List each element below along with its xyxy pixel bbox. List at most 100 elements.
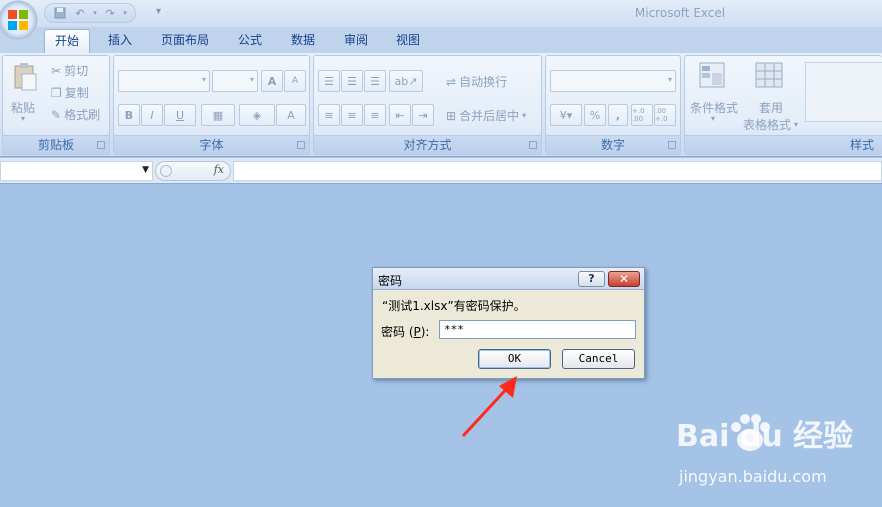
font-launcher-icon[interactable] [297,141,305,149]
decrease-decimal-button[interactable]: .00 +.0 [654,104,676,126]
cut-button[interactable]: ✂ 剪切 [51,62,88,79]
fill-color-button[interactable]: ◈ [239,104,275,126]
tab-home[interactable]: 开始 [44,29,90,53]
customize-qat-icon[interactable]: ▾ [156,6,161,17]
close-button[interactable]: ✕ [608,271,640,287]
dialog-message: “测试1.xlsx”有密码保护。 [382,299,526,313]
accounting-format-button[interactable]: ¥▾ [550,104,582,126]
styles-group: 条件格式 ▾ 套用 表格格式 ▾ 样式 [684,55,882,155]
conditional-format-icon [699,62,725,88]
tab-insert[interactable]: 插入 [98,29,142,53]
cut-label: 剪切 [64,64,89,78]
borders-icon: ▦ [212,108,224,122]
ribbon-tabs: 开始 插入 页面布局 公式 数据 审阅 视图 [0,27,882,53]
baidu-jingyan-watermark: Bai du 经验 jingyan.baidu.com [676,411,876,491]
wrap-text-icon: ⇌ [446,74,457,89]
font-name-select[interactable]: ▾ [118,70,210,92]
table-format-line1[interactable]: 套用 [759,99,783,116]
formula-bar: ▼ fx [0,158,882,184]
dialog-title: 密码 [378,274,403,288]
alignment-launcher-icon[interactable] [529,141,537,149]
percent-button[interactable]: % [584,104,606,126]
brush-icon: ✎ [51,107,62,122]
window-title: Microsoft Excel [634,6,726,20]
format-painter-label: 格式刷 [64,108,101,122]
table-format-label: 表格格式 [743,118,792,132]
borders-button[interactable]: ▦ [201,104,235,126]
cancel-button[interactable]: Cancel [562,349,635,369]
format-painter-button[interactable]: ✎ 格式刷 [51,106,100,123]
paste-icon[interactable] [13,62,39,92]
redo-dropdown-icon[interactable]: ▾ [121,5,129,21]
chevron-down-icon[interactable]: ▾ [711,114,715,123]
paint-bucket-icon: ◈ [252,108,262,122]
increase-decimal-button[interactable]: +.0 .00 [631,104,653,126]
undo-dropdown-icon[interactable]: ▾ [91,5,99,21]
tab-review[interactable]: 审阅 [334,29,378,53]
underline-button[interactable]: U [164,104,196,126]
wrap-text-label: 自动换行 [459,75,508,89]
align-left-button[interactable]: ≡ [318,104,340,126]
ribbon: 粘贴 ▾ ✂ 剪切 ❐ 复制 ✎ 格式刷 剪贴板 ▾ ▾ A A B I U ▦ ◈ … [0,53,882,157]
clipboard-group: 粘贴 ▾ ✂ 剪切 ❐ 复制 ✎ 格式刷 剪贴板 [2,55,110,155]
merge-center-label: 合并后居中 [459,109,520,123]
chevron-down-icon: ▾ [249,75,254,84]
title-bar: ↶ ▾ ↷ ▾ ▾ Microsoft Excel [0,0,882,40]
tab-data[interactable]: 数据 [281,29,325,53]
expand-handle-icon[interactable] [160,165,172,177]
align-top-button[interactable]: ☰ [318,70,340,92]
align-right-button[interactable]: ≡ [364,104,386,126]
align-left-icon: ≡ [324,108,334,122]
insert-function-button[interactable]: fx [214,163,224,176]
copy-icon: ❐ [51,85,62,100]
formula-controls: fx [155,161,231,181]
shrink-font-button[interactable]: A [284,70,306,92]
table-format-button[interactable]: 表格格式 ▾ [743,116,798,133]
formula-input[interactable] [233,161,882,181]
tab-page-layout[interactable]: 页面布局 [152,29,218,53]
password-dialog: 密码 ? ✕ “测试1.xlsx”有密码保护。 密码 (P): *** OK C… [372,267,645,379]
tab-formulas[interactable]: 公式 [228,29,272,53]
align-bottom-button[interactable]: ☰ [364,70,386,92]
chevron-down-icon: ▾ [667,75,672,84]
font-size-select[interactable]: ▾ [212,70,258,92]
save-icon[interactable] [51,5,69,21]
number-format-select[interactable]: ▾ [550,70,676,92]
redo-icon[interactable]: ↷ [101,5,119,21]
help-button[interactable]: ? [578,271,605,287]
name-box[interactable]: ▼ [0,161,153,181]
password-label-post: ): [420,325,430,339]
grow-font-button[interactable]: A [261,70,283,92]
bold-button[interactable]: B [118,104,140,126]
ok-button[interactable]: OK [478,349,551,369]
increase-indent-button[interactable]: ⇥ [412,104,434,126]
orientation-button[interactable]: ab↗ [389,70,423,92]
password-input[interactable]: *** [439,320,636,339]
align-right-icon: ≡ [370,108,380,122]
password-label-key: P [413,325,421,339]
font-color-button[interactable]: A [276,104,306,126]
align-bottom-icon: ☰ [370,74,380,88]
decrease-indent-button[interactable]: ⇤ [389,104,411,126]
number-launcher-icon[interactable] [668,141,676,149]
paste-dropdown-icon[interactable]: ▾ [21,114,25,123]
merge-center-button[interactable]: ⊞ 合并后居中 ▾ [446,107,526,124]
cell-styles-gallery[interactable] [805,62,882,122]
copy-button[interactable]: ❐ 复制 [51,84,89,101]
tab-view[interactable]: 视图 [386,29,430,53]
align-center-button[interactable]: ≡ [341,104,363,126]
chevron-down-icon: ▾ [794,120,799,129]
clipboard-launcher-icon[interactable] [97,141,105,149]
italic-button[interactable]: I [141,104,163,126]
password-label-pre: 密码 ( [381,325,414,339]
align-middle-button[interactable]: ☰ [341,70,363,92]
table-format-icon [755,62,783,88]
dialog-title-bar[interactable]: 密码 ? ✕ [373,268,644,290]
chevron-down-icon[interactable]: ▼ [142,165,149,175]
undo-icon[interactable]: ↶ [71,5,89,21]
clipboard-group-label: 剪贴板 [3,135,109,154]
currency-icon: ¥▾ [559,108,573,122]
wrap-text-button[interactable]: ⇌ 自动换行 [446,73,507,90]
font-group-label: 字体 [114,135,309,154]
comma-button[interactable]: , [608,104,628,126]
